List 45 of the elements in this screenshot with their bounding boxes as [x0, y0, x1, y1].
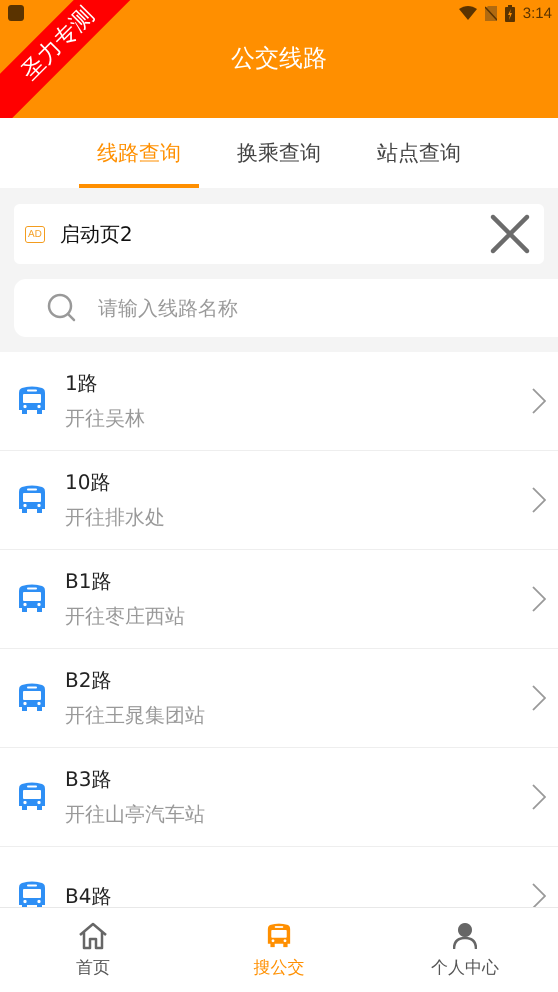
route-item[interactable]: B1路 开往枣庄西站 [0, 550, 558, 649]
ad-text: 启动页2 [60, 220, 134, 248]
ad-banner[interactable]: AD 启动页2 [14, 204, 544, 264]
chevron-icon [532, 487, 546, 513]
close-icon[interactable] [490, 214, 530, 254]
bus-icon [18, 386, 46, 416]
nav-item[interactable]: 个人中心 [372, 908, 558, 992]
tab[interactable]: 站点查询 [359, 118, 479, 188]
route-item[interactable]: B3路 开往山亭汽车站 [0, 748, 558, 847]
wifi-icon [458, 6, 477, 20]
bus-icon [18, 782, 46, 812]
status-time: 3:14 [522, 4, 552, 22]
battery-icon [504, 4, 515, 22]
tab[interactable]: 换乘查询 [219, 118, 339, 188]
route-name: B4路 [65, 882, 112, 907]
route-item[interactable]: B2路 开往王晁集团站 [0, 649, 558, 748]
person-icon [453, 922, 477, 950]
nav-item[interactable]: 首页 [0, 908, 186, 992]
route-name: 1路 [65, 370, 99, 397]
notification-icon [8, 5, 24, 21]
chevron-icon [532, 784, 546, 810]
chevron-icon [532, 883, 546, 907]
route-name: B1路 [65, 568, 112, 595]
route-direction: 开往王晁集团站 [65, 702, 206, 729]
search-field[interactable]: 请输入线路名称 [14, 279, 558, 337]
bus-icon [18, 584, 46, 614]
chevron-icon [532, 586, 546, 612]
no-sim-icon [484, 6, 497, 20]
route-name: B3路 [65, 766, 112, 793]
home-icon [78, 922, 108, 950]
route-direction: 开往排水处 [65, 504, 166, 531]
route-item[interactable]: 10路 开往排水处 [0, 451, 558, 550]
page-title: 公交线路 [231, 43, 327, 74]
bus-icon [18, 683, 46, 713]
route-direction: 开往枣庄西站 [65, 603, 186, 630]
route-direction: 开往吴林 [65, 405, 146, 432]
route-name: B2路 [65, 667, 112, 694]
bus-icon [18, 485, 46, 515]
route-item[interactable]: 1路 开往吴林 [0, 352, 558, 451]
route-name: 10路 [65, 469, 112, 496]
chevron-icon [532, 388, 546, 414]
ad-badge: AD [25, 226, 45, 242]
bus-icon [267, 922, 291, 950]
chevron-icon [532, 685, 546, 711]
route-direction: 开往山亭汽车站 [65, 801, 206, 828]
